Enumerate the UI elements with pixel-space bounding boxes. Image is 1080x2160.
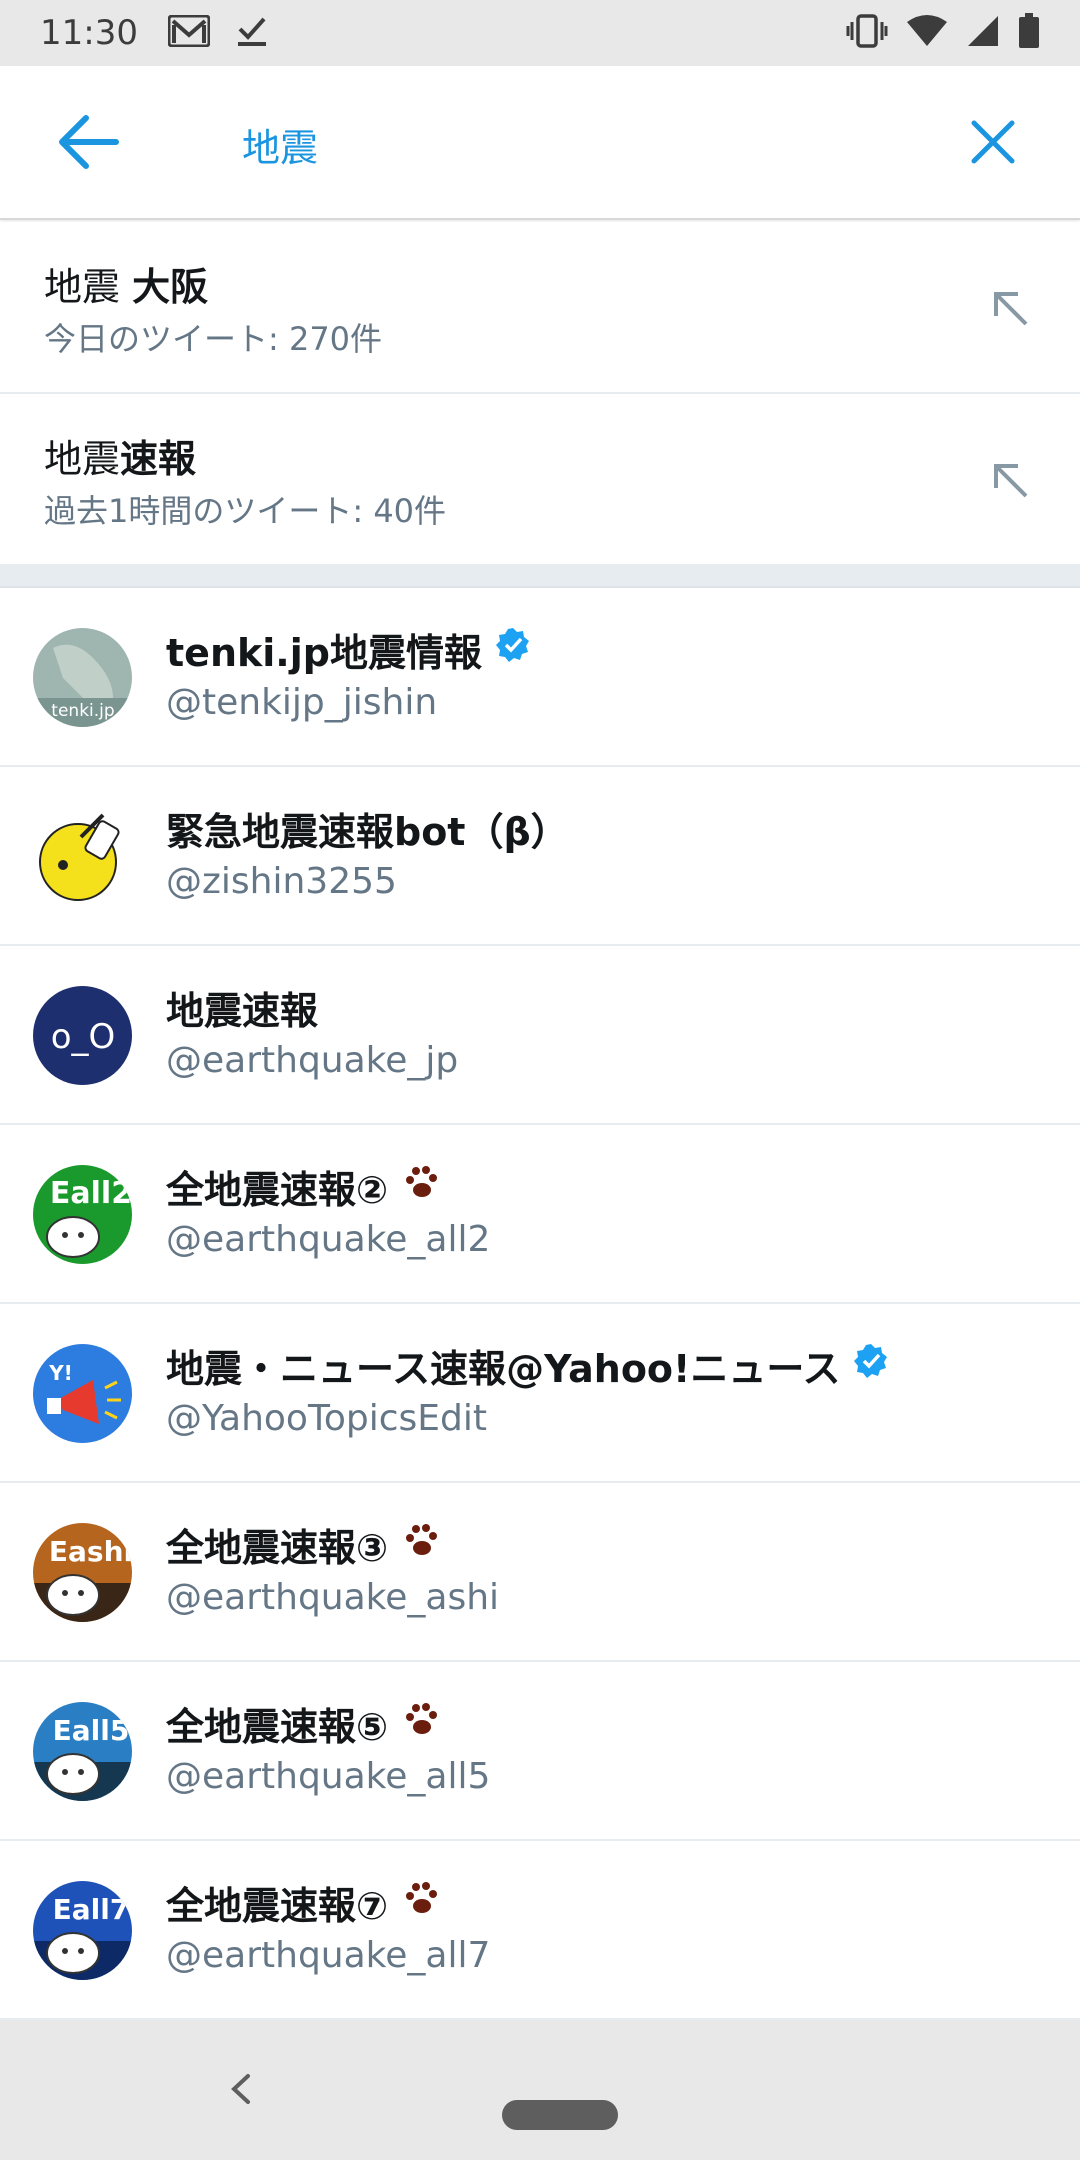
suggestion-query-prefix: 地震 [44,265,133,309]
user-name-text: 緊急地震速報bot（β） [166,810,569,854]
verified-badge-icon [852,1342,890,1389]
user-name-text: 全地震速報② [166,1168,389,1212]
svg-text:Y!: Y! [48,1361,73,1385]
user-result[interactable]: Y! 地震・ニュース速報@Yahoo!ニュース @YahooTopicsEdit [0,1304,1080,1483]
status-time: 11:30 [40,13,138,53]
user-name: 地震速報 [166,980,318,1035]
svg-text:Eall2: Eall2 [50,1176,132,1211]
status-right-icons [846,13,1040,53]
system-nav-bar [0,2020,1080,2160]
user-name: 全地震速報⑤ [166,1696,440,1751]
battery-icon [1018,13,1040,53]
user-name-text: 全地震速報③ [166,1526,389,1570]
user-result[interactable]: Eall2 全地震速報② @earthquake_all2 [0,1125,1080,1304]
svg-text:Eashi: Eashi [49,1535,132,1568]
paw-icon [400,1520,440,1569]
user-result[interactable]: Eall5 全地震速報⑤ @earthquake_all5 [0,1662,1080,1841]
user-result[interactable]: Eashi 全地震速報③ @earthquake_ashi [0,1483,1080,1662]
svg-text:Eall7: Eall7 [53,1893,130,1926]
clear-search-button[interactable] [958,112,1028,176]
user-name: 緊急地震速報bot（β） [166,801,569,856]
status-left-icons [167,14,268,51]
arrow-up-left-icon[interactable] [986,284,1034,332]
user-name: 地震・ニュース速報@Yahoo!ニュース [166,1338,890,1393]
suggestion-query-prefix: 地震 [44,437,121,481]
user-name: 全地震速報③ [166,1517,440,1572]
paw-icon [400,1162,440,1211]
svg-text:o_O: o_O [51,1017,116,1057]
suggestion-query-bold: 大阪 [132,265,209,309]
user-name-text: 全地震速報⑦ [166,1884,389,1928]
vibrate-icon [846,14,888,52]
verified-badge-icon [494,626,532,673]
user-handle: @zishin3255 [166,861,397,902]
back-button[interactable] [52,112,124,176]
avatar: Eall5 [33,1702,132,1801]
search-input[interactable] [242,114,942,174]
nav-back-icon[interactable] [220,2064,260,2114]
home-pill-icon[interactable] [502,2100,618,2130]
user-result[interactable]: o_O 地震速報 @earthquake_jp [0,946,1080,1125]
arrow-up-left-icon[interactable] [986,456,1034,504]
user-name-text: 地震速報 [166,989,319,1033]
avatar: tenki.jp [33,628,132,727]
user-handle: @earthquake_all5 [166,1756,491,1797]
status-bar: 11:30 [0,0,1080,66]
svg-text:tenki.jp: tenki.jp [51,701,114,721]
suggestion-meta: 今日のツイート: 270件 [44,320,383,358]
wifi-icon [906,14,948,52]
search-header [0,66,1080,220]
suggestion-query-bold: 速報 [120,437,197,481]
user-handle: @earthquake_all2 [166,1219,491,1260]
user-handle: @tenkijp_jishin [166,682,438,723]
avatar: Eall2 [33,1165,132,1264]
avatar: Y! [33,1344,132,1443]
user-name-text: 全地震速報⑤ [166,1705,389,1749]
close-icon [970,119,1016,169]
user-name-text: 地震・ニュース速報@Yahoo!ニュース [166,1347,841,1391]
signal-icon [966,14,1000,52]
svg-text:Eall5: Eall5 [53,1714,130,1747]
gmail-icon [167,14,211,51]
user-handle: @YahooTopicsEdit [166,1398,487,1439]
user-name: 全地震速報② [166,1159,440,1214]
avatar: Eashi [33,1523,132,1622]
suggestion-query: 地震 大阪 [44,256,208,311]
user-result[interactable]: 緊急地震速報bot（β） @zishin3255 [0,767,1080,946]
paw-icon [400,1699,440,1748]
paw-icon [400,1878,440,1927]
user-handle: @earthquake_jp [166,1040,459,1081]
avatar: o_O [33,986,132,1085]
user-handle: @earthquake_all7 [166,1935,491,1976]
user-name: 全地震速報⑦ [166,1875,440,1930]
suggestion-meta: 過去1時間のツイート: 40件 [44,492,447,530]
avatar [33,807,132,906]
check-icon [236,15,268,51]
user-handle: @earthquake_ashi [166,1577,500,1618]
user-result[interactable]: tenki.jp tenki.jp地震情報 @tenkijp_jishin [0,588,1080,767]
arrow-left-icon [56,114,120,174]
search-suggestion[interactable]: 地震 大阪 今日のツイート: 270件 [0,222,1080,394]
search-suggestion[interactable]: 地震速報 過去1時間のツイート: 40件 [0,394,1080,566]
user-name: tenki.jp地震情報 [166,622,532,677]
section-divider [0,564,1080,588]
user-result[interactable]: Eall7 全地震速報⑦ @earthquake_all7 [0,1841,1080,2020]
avatar: Eall7 [33,1881,132,1980]
suggestion-query: 地震速報 [44,428,196,483]
user-name-text: tenki.jp地震情報 [166,631,482,675]
